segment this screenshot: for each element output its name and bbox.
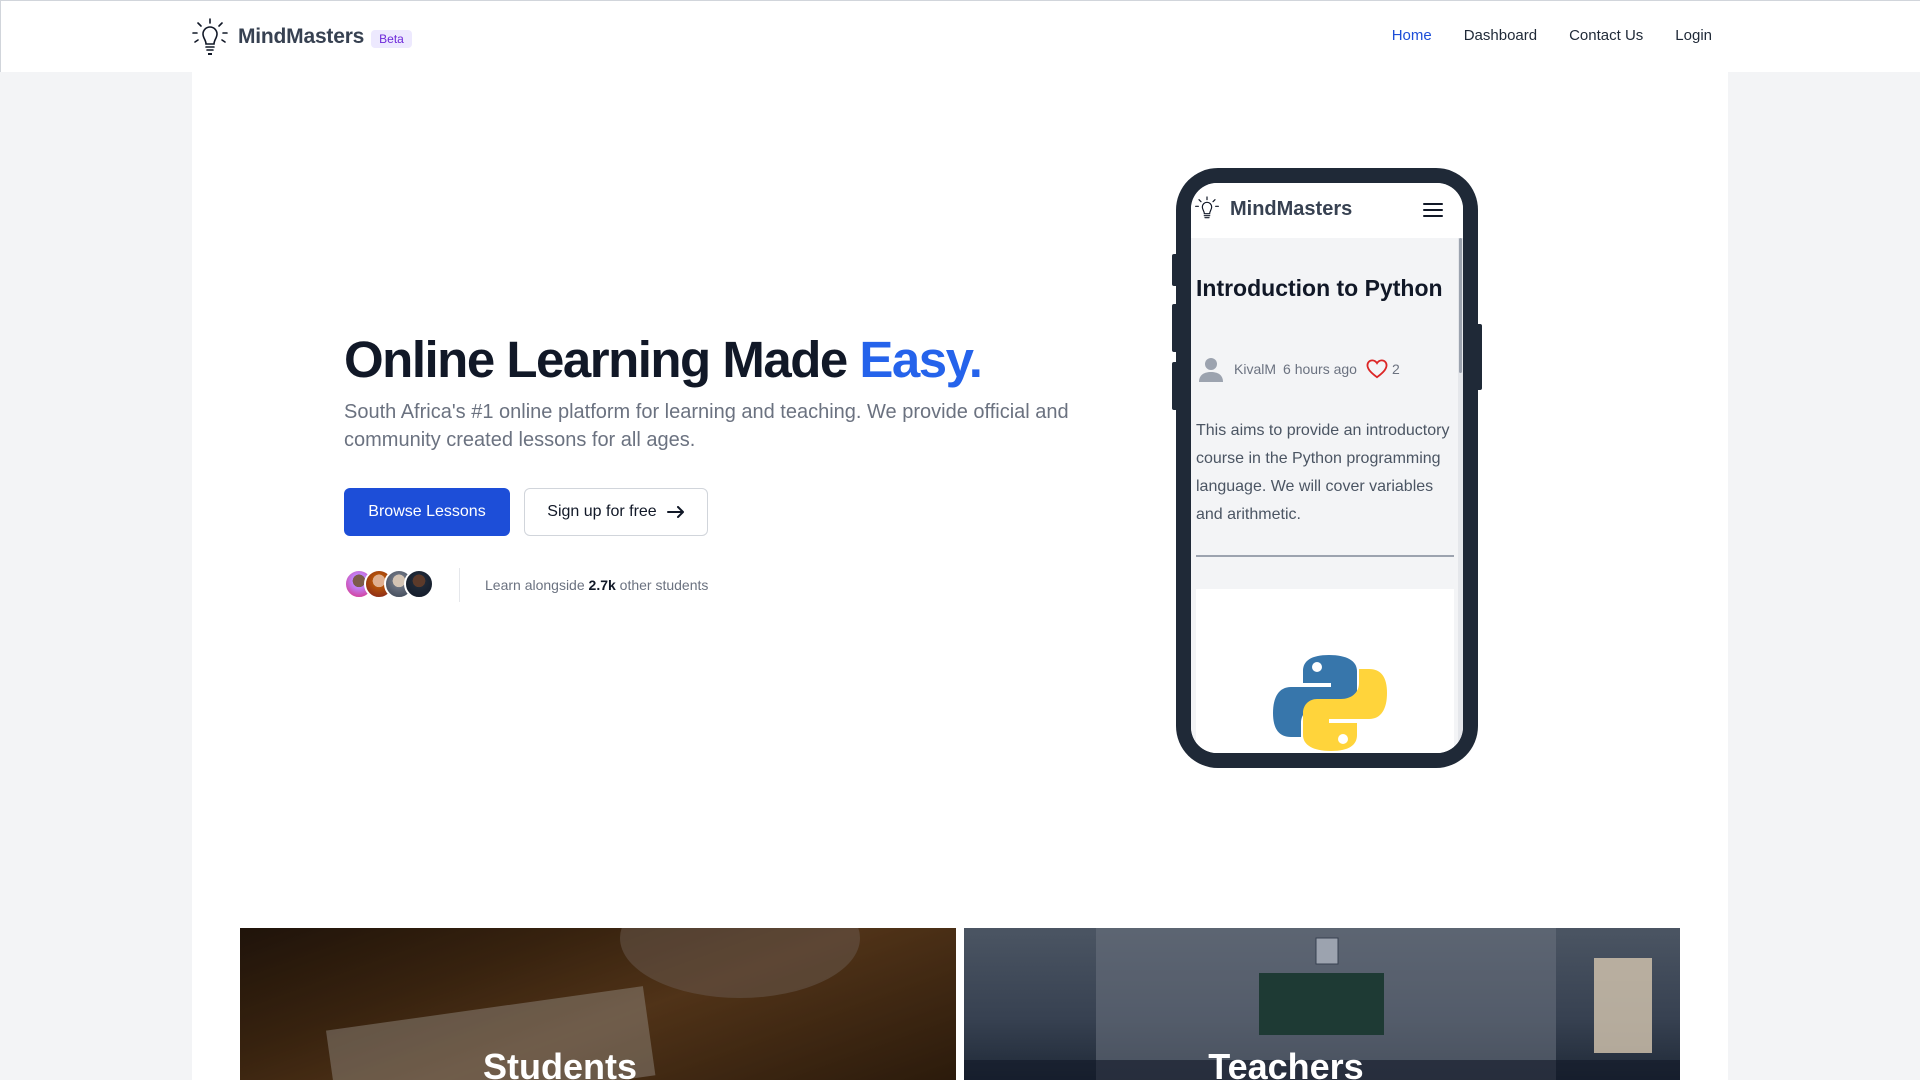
sign-up-label: Sign up for free (547, 503, 657, 520)
nav-link-login[interactable]: Login (1675, 27, 1712, 44)
hero-subtitle: South Africa's #1 online platform for le… (344, 401, 1069, 451)
lesson-time: 6 hours ago (1283, 361, 1357, 377)
lesson-description: This aims to provide an introductory cou… (1196, 422, 1450, 523)
hamburger-menu-icon[interactable] (1423, 202, 1443, 218)
student-avatars (344, 569, 434, 599)
divider (1196, 555, 1454, 557)
hero-title-main: Online Learning Made (344, 331, 860, 388)
phone-screen: MindMasters Introduction to Python Kival… (1191, 183, 1463, 753)
lightbulb-logo-icon (1195, 196, 1219, 219)
students-category-card[interactable]: Students (240, 928, 956, 1080)
arrow-right-icon (666, 506, 684, 518)
browse-lessons-button[interactable]: Browse Lessons (344, 488, 510, 536)
lesson-title: Introduction to Python (1196, 275, 1443, 301)
hero-title-accent: Easy. (859, 331, 983, 388)
nav-link-contact-us[interactable]: Contact Us (1569, 27, 1643, 44)
students-suffix: other students (615, 577, 709, 593)
avatar (404, 569, 434, 599)
nav-link-home[interactable]: Home (1392, 27, 1432, 44)
lesson-meta: KivalM 6 hours ago 2 (1196, 354, 1400, 384)
brand[interactable]: MindMasters Beta (192, 18, 412, 56)
like-count: 2 (1391, 361, 1400, 377)
phone-mockup: MindMasters Introduction to Python Kival… (1176, 168, 1478, 768)
sign-up-button[interactable]: Sign up for free (524, 488, 708, 536)
beta-badge: Beta (371, 29, 412, 48)
hero-title: Online Learning Made Easy. (344, 330, 983, 389)
phone-header: MindMasters (1191, 183, 1463, 238)
scrollbar-thumb[interactable] (1459, 238, 1462, 373)
brand-name: MindMasters (238, 25, 365, 48)
students-count: 2.7k (588, 577, 616, 593)
lesson-image (1196, 589, 1454, 753)
navbar: MindMasters Beta Home Dashboard Contact … (0, 0, 1920, 72)
user-icon (1199, 358, 1223, 382)
lightbulb-logo-icon (192, 18, 228, 55)
students-prefix: Learn alongside (485, 577, 589, 593)
teachers-category-card[interactable]: Teachers (964, 928, 1680, 1080)
heart-icon[interactable] (1366, 359, 1388, 379)
teachers-label: Teachers (1208, 1046, 1364, 1080)
students-count-text: Learn alongside 2.7k other students (485, 577, 708, 593)
nav-links: Home Dashboard Contact Us Login (1392, 27, 1712, 44)
nav-link-dashboard[interactable]: Dashboard (1464, 27, 1537, 44)
lesson-author[interactable]: KivalM (1234, 361, 1276, 377)
students-label: Students (482, 1046, 637, 1080)
phone-scrollbar[interactable] (1458, 238, 1463, 753)
phone-brand-name: MindMasters (1230, 198, 1353, 220)
divider (459, 568, 460, 602)
python-logo-icon (1273, 655, 1387, 751)
